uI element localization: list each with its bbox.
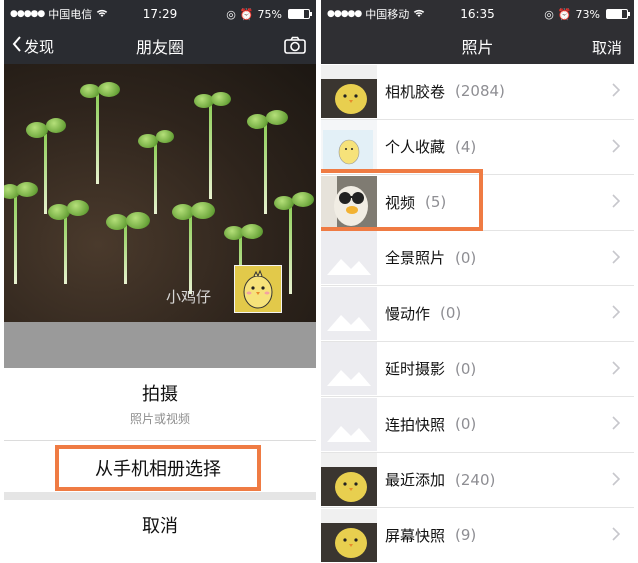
choose-from-album-button[interactable]: 从手机相册选择 [55, 445, 261, 491]
location-icon: ◎ [544, 7, 554, 21]
album-name: 视频 [385, 193, 416, 212]
chevron-right-icon [612, 193, 621, 212]
alarm-icon: ⏰ [557, 7, 572, 21]
shoot-option-subtitle: 照片或视频 [129, 412, 190, 426]
cancel-button[interactable]: 取消 [592, 37, 622, 58]
battery-percent: 73% [575, 7, 600, 21]
album-thumbnail [321, 175, 377, 229]
chevron-right-icon [612, 526, 621, 545]
album-thumbnail [321, 64, 377, 118]
album-count: (240) [455, 470, 496, 489]
chevron-right-icon [612, 138, 621, 157]
battery-icon [606, 9, 630, 19]
album-thumbnail [321, 508, 377, 562]
overlay-dim [4, 322, 316, 368]
album-row[interactable]: 全景照片 (0) [321, 231, 634, 286]
album-row[interactable]: 最近添加 (240) [321, 453, 634, 508]
album-thumbnail [321, 231, 377, 285]
album-name: 最近添加 [385, 471, 446, 490]
page-title: 照片 [461, 38, 494, 57]
album-thumbnail [321, 286, 377, 340]
chick-avatar[interactable] [234, 265, 282, 313]
album-name: 全景照片 [385, 249, 446, 268]
back-label: 发现 [24, 37, 55, 56]
location-icon: ◎ [226, 7, 236, 21]
album-name: 个人收藏 [385, 138, 446, 157]
signal-icon: ●●●●● [327, 9, 362, 19]
album-name: 相机胶卷 [385, 82, 446, 101]
album-name: 屏幕快照 [385, 526, 446, 545]
status-bar: ●●●●● 中国移动 16:35 ◎ ⏰ 73% [321, 0, 634, 28]
chevron-right-icon [612, 249, 621, 268]
album-name: 慢动作 [385, 304, 431, 323]
album-row[interactable]: 屏幕快照 (9) [321, 508, 634, 563]
album-count: (4) [455, 137, 477, 156]
album-thumbnail [321, 342, 377, 396]
album-row[interactable]: 慢动作 (0) [321, 286, 634, 342]
album-list: 相机胶卷 (2084) 个人收藏 (4) 视频 (5) 全景照片 (0) 慢动作 (0) 延时摄影 (… [321, 64, 634, 563]
album-row[interactable]: 相机胶卷 (2084) [321, 64, 634, 120]
album-count: (0) [455, 248, 477, 267]
chevron-right-icon [612, 304, 621, 323]
wifi-icon [96, 8, 108, 21]
back-button[interactable]: 发现 [4, 36, 54, 57]
album-count: (5) [425, 193, 447, 212]
album-count: (0) [440, 304, 462, 323]
chevron-right-icon [612, 82, 621, 101]
nav-bar: 发现 朋友圈 [4, 28, 316, 64]
signal-icon: ●●●●● [10, 9, 45, 19]
album-count: (0) [455, 415, 477, 434]
sheet-divider [4, 440, 316, 441]
album-name: 连拍快照 [385, 415, 446, 434]
sheet-gap [4, 492, 316, 500]
carrier-label: 中国电信 [48, 8, 93, 21]
album-row[interactable]: 个人收藏 (4) [321, 120, 634, 175]
camera-icon[interactable] [284, 36, 306, 58]
battery-percent: 75% [257, 7, 282, 21]
shoot-option-label[interactable]: 拍摄 [4, 380, 316, 406]
chevron-right-icon [612, 471, 621, 490]
album-row[interactable]: 连拍快照 (0) [321, 397, 634, 453]
right-phone-screen: ●●●●● 中国移动 16:35 ◎ ⏰ 73% 照片 取消 相机胶卷 (2084… [321, 0, 634, 563]
battery-icon [288, 9, 312, 19]
user-nickname[interactable]: 小鸡仔 [166, 286, 211, 307]
album-row[interactable]: 延时摄影 (0) [321, 342, 634, 397]
chevron-right-icon [612, 415, 621, 434]
alarm-icon: ⏰ [239, 7, 254, 21]
left-phone-screen: ●●●●● 中国电信 17:29 ◎ ⏰ 75% 发现 朋友圈 小鸡仔 拍摄 照… [4, 0, 316, 563]
chevron-left-icon [12, 36, 22, 56]
album-count: (2084) [455, 82, 505, 101]
cancel-button[interactable]: 取消 [4, 512, 316, 538]
wifi-icon [413, 8, 425, 21]
status-bar: ●●●●● 中国电信 17:29 ◎ ⏰ 75% [4, 0, 316, 28]
chevron-right-icon [612, 360, 621, 379]
album-name: 延时摄影 [385, 360, 446, 379]
album-thumbnail [321, 397, 377, 451]
album-count: (9) [455, 526, 477, 545]
carrier-label: 中国移动 [365, 8, 410, 21]
album-row[interactable]: 视频 (5) [321, 169, 634, 231]
nav-bar: 照片 取消 [321, 28, 634, 64]
album-count: (0) [455, 359, 477, 378]
album-thumbnail [321, 453, 377, 507]
album-thumbnail [321, 120, 377, 174]
